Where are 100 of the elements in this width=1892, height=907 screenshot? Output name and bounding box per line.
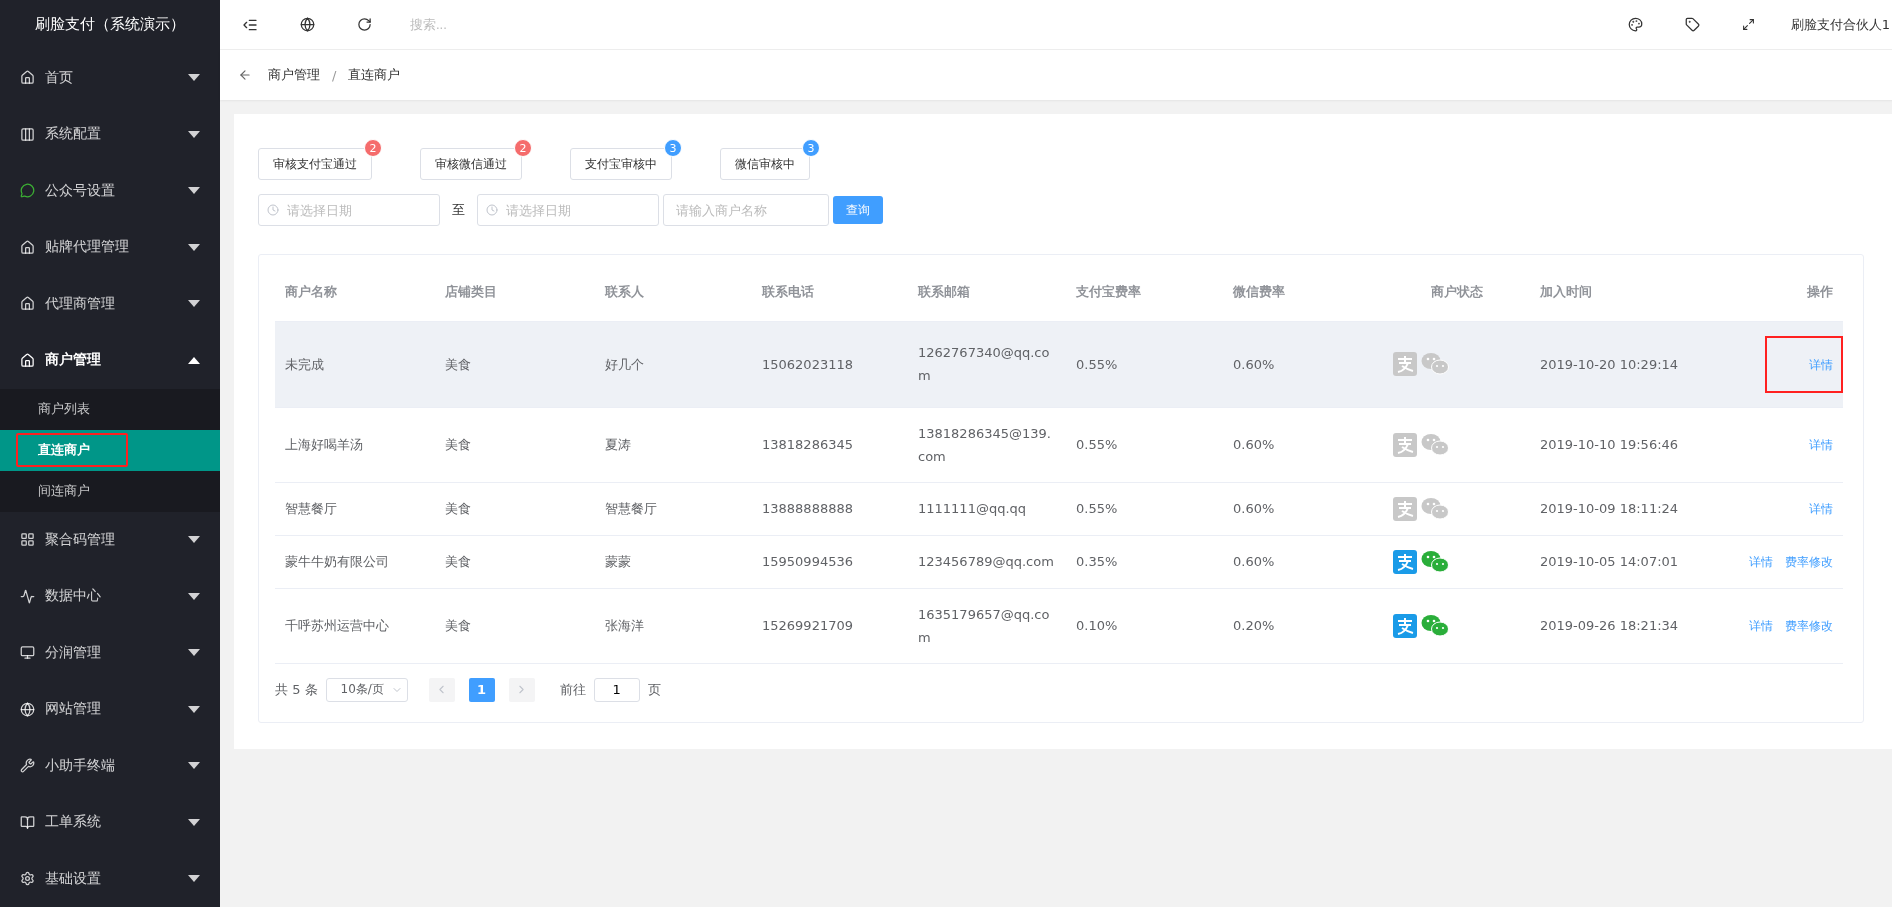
column-header: 联系人 xyxy=(595,263,752,321)
table-cell: 1262767340@qq.com xyxy=(918,345,1050,383)
count-badge: 3 xyxy=(802,139,820,157)
page-size-select[interactable]: 10条/页 xyxy=(325,677,408,702)
caret-icon xyxy=(188,74,200,82)
column-header: 微信费率 xyxy=(1223,263,1383,321)
table-cell: 13818286345@139.com xyxy=(918,425,1051,464)
monitor-icon xyxy=(20,645,35,661)
caret-icon xyxy=(188,818,200,826)
caret-icon xyxy=(188,762,200,770)
range-separator: 至 xyxy=(452,201,465,219)
total-count: 共 5 条 xyxy=(275,680,318,699)
table-cell: 0.60% xyxy=(1233,437,1275,452)
caret-icon xyxy=(188,536,200,544)
count-badge: 2 xyxy=(514,139,532,157)
user-menu[interactable]: 刷脸支付合伙人1 xyxy=(1790,15,1892,34)
table-cell: 0.20% xyxy=(1233,618,1275,633)
count-badge: 3 xyxy=(664,139,682,157)
column-header: 联系电话 xyxy=(752,263,908,321)
clock-icon xyxy=(267,204,279,216)
table-cell: 夏涛 xyxy=(605,437,631,452)
house-icon xyxy=(20,352,35,368)
date-field[interactable]: 请选择日期 xyxy=(477,194,659,226)
sidebar-item[interactable]: 代理商管理 xyxy=(0,275,220,333)
caret-icon xyxy=(188,705,200,713)
column-header: 支付宝费率 xyxy=(1066,263,1223,321)
chat-bubble-icon xyxy=(20,183,35,199)
table-cell: 美食 xyxy=(445,356,471,372)
breadcrumb-link[interactable]: 商户管理 xyxy=(268,66,320,84)
sidebar-item[interactable]: 商户管理 xyxy=(0,332,220,389)
sidebar-item[interactable]: 聚合码管理 xyxy=(0,511,220,569)
table-cell: 0.10% xyxy=(1076,618,1118,633)
date-field[interactable]: 请选择日期 xyxy=(258,194,440,226)
sidebar-item[interactable]: 首页 xyxy=(0,49,220,107)
table-cell: 0.55% xyxy=(1076,501,1118,516)
breadcrumb-link[interactable]: 直连商户 xyxy=(348,66,401,84)
columns-icon xyxy=(20,126,35,142)
column-header: 店铺类目 xyxy=(435,263,595,321)
table-cell: 1111111@qq.qq xyxy=(918,501,1027,516)
table-cell: 张海洋 xyxy=(605,618,644,633)
table-cell: 0.55% xyxy=(1076,356,1118,372)
caret-icon xyxy=(188,592,200,600)
page-number-field[interactable]: 1 xyxy=(593,677,640,702)
table-cell: 2019-10-10 19:56:46 xyxy=(1540,437,1679,452)
sidebar-item[interactable]: 小助手终端 xyxy=(0,737,220,795)
table-cell: 0.35% xyxy=(1076,554,1118,569)
table-cell: 美食 xyxy=(445,554,471,569)
caret-icon xyxy=(188,356,200,364)
book-icon xyxy=(20,814,35,830)
submenu-item[interactable]: 直连商户 xyxy=(0,429,220,471)
column-header: 商户状态 xyxy=(1383,263,1530,321)
caret-icon xyxy=(188,187,200,195)
caret-icon xyxy=(188,649,200,657)
sidebar-item[interactable]: 系统配置 xyxy=(0,106,220,163)
table-cell: 123456789@qq.com xyxy=(918,554,1054,569)
sidebar-item[interactable]: 分润管理 xyxy=(0,624,220,682)
goto-label: 前往 xyxy=(559,680,586,699)
caret-icon xyxy=(188,130,200,138)
table-cell: 2019-10-20 10:29:14 xyxy=(1540,356,1679,372)
table-cell: 0.60% xyxy=(1233,356,1275,372)
table-cell: 好几个 xyxy=(605,356,644,372)
table-cell: 13888888888 xyxy=(762,501,853,516)
grid-icon xyxy=(20,532,35,548)
table-cell: 蒙牛牛奶有限公司 xyxy=(285,554,389,569)
sidebar-item[interactable]: 网站管理 xyxy=(0,681,220,738)
table-cell: 15950994536 xyxy=(762,554,853,569)
sidebar-item[interactable]: 数据中心 xyxy=(0,568,220,625)
table-cell: 0.55% xyxy=(1076,437,1118,452)
table-cell: 2019-09-26 18:21:34 xyxy=(1540,618,1679,633)
table-cell: 智慧餐厅 xyxy=(605,501,657,516)
table-cell: 未完成 xyxy=(285,356,324,372)
sidebar-item[interactable]: 基础设置 xyxy=(0,850,220,907)
table-cell: 15062023118 xyxy=(762,356,853,372)
caret-icon xyxy=(188,875,200,883)
count-badge: 2 xyxy=(364,139,382,157)
table-cell: 美食 xyxy=(445,501,471,516)
settings-icon xyxy=(20,871,35,887)
column-header: 加入时间 xyxy=(1530,263,1690,321)
column-header: 联系邮箱 xyxy=(908,263,1066,321)
table-cell: 0.60% xyxy=(1233,501,1275,516)
sidebar-item[interactable]: 贴牌代理管理 xyxy=(0,219,220,276)
table-cell: 2019-10-09 18:11:24 xyxy=(1540,501,1679,516)
column-header: 操作 xyxy=(1690,263,1843,321)
table-cell: 蒙蒙 xyxy=(605,554,631,569)
table-cell: 美食 xyxy=(445,437,471,452)
wrench-icon xyxy=(20,758,35,774)
table-cell: 2019-10-05 14:07:01 xyxy=(1540,554,1679,569)
house-icon xyxy=(20,239,35,255)
sidebar-item[interactable]: 公众号设置 xyxy=(0,162,220,220)
house-icon xyxy=(20,296,35,312)
sidebar-item[interactable]: 工单系统 xyxy=(0,794,220,851)
table-cell: 美食 xyxy=(445,618,471,633)
submenu-item[interactable]: 商户列表 xyxy=(0,388,220,430)
globe-icon xyxy=(20,701,35,717)
submenu-item[interactable]: 间连商户 xyxy=(0,470,220,512)
house-icon xyxy=(20,70,35,86)
breadcrumb-separator: / xyxy=(332,67,337,83)
merchant-name-field[interactable]: 请输入商户名称 xyxy=(663,194,829,226)
table-cell: 13818286345 xyxy=(762,437,853,452)
page-suffix: 页 xyxy=(647,680,661,699)
